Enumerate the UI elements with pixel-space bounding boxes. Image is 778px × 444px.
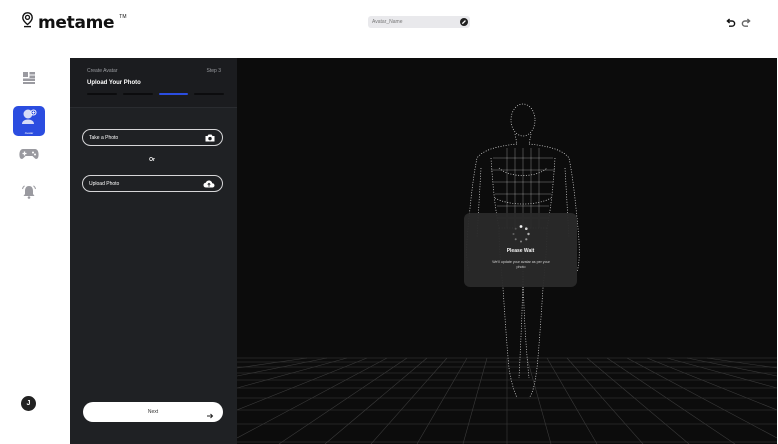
- gamepad-icon: [19, 147, 39, 165]
- loading-message: We'll update your avatar as per your pho…: [492, 260, 550, 269]
- loading-dialog: Please Wait We'll update your avatar as …: [464, 213, 577, 287]
- progress-segment: [194, 93, 224, 95]
- panel-header: Create Avatar Step 3 Upload Your Photo: [70, 58, 237, 108]
- nav-item-dashboard[interactable]: [13, 66, 45, 96]
- next-label: Next: [147, 409, 159, 415]
- side-nav: Avatar J: [0, 58, 70, 444]
- history-controls: [724, 16, 752, 28]
- avatar-3d-viewport[interactable]: Please Wait We'll update your avatar as …: [237, 58, 777, 444]
- camera-icon: [205, 129, 215, 147]
- user-avatar[interactable]: J: [21, 396, 36, 411]
- progress-segment: [122, 93, 153, 95]
- take-photo-label: Take a Photo: [89, 134, 119, 141]
- or-divider: Or: [149, 157, 155, 163]
- panel-title: Upload Your Photo: [87, 80, 141, 86]
- redo-icon[interactable]: [740, 16, 752, 28]
- logo-text: metame: [38, 12, 115, 33]
- undo-icon[interactable]: [724, 16, 736, 28]
- create-avatar-panel: Create Avatar Step 3 Upload Your Photo T…: [70, 58, 237, 444]
- pencil-icon[interactable]: [460, 18, 468, 26]
- upload-photo-label: Upload Photo: [89, 180, 120, 187]
- location-pin-icon: [22, 12, 33, 33]
- loading-spinner-icon: [512, 225, 530, 243]
- floor-grid: [237, 357, 777, 444]
- avatar-name-input[interactable]: [372, 19, 458, 25]
- avatar-name-field[interactable]: [368, 16, 470, 28]
- logo-trademark: TM: [119, 13, 127, 20]
- progress-segment: [87, 93, 117, 95]
- top-bar: metame TM: [0, 0, 778, 58]
- next-button[interactable]: Next: [83, 402, 223, 422]
- nav-label: Avatar: [24, 130, 34, 135]
- loading-title: Please Wait: [506, 248, 535, 254]
- dashboard-icon: [23, 71, 35, 89]
- nav-item-avatar[interactable]: Avatar: [13, 106, 45, 136]
- step-indicator: Step 3: [206, 68, 221, 74]
- step-progress: [87, 93, 224, 95]
- bell-icon: [21, 184, 37, 204]
- avatar-icon: [21, 108, 37, 129]
- arrow-right-icon: [206, 407, 214, 425]
- nav-item-games[interactable]: [13, 142, 45, 172]
- app-root: metame TM Avatar_Name Avatar J Create Av…: [0, 0, 778, 444]
- take-photo-button[interactable]: Take a Photo: [82, 129, 223, 146]
- cloud-upload-icon: [203, 175, 215, 193]
- logo: metame TM: [22, 12, 127, 33]
- progress-segment-active: [158, 93, 189, 95]
- upload-photo-button[interactable]: Upload Photo: [82, 175, 223, 192]
- nav-item-notifications[interactable]: [13, 180, 45, 210]
- breadcrumb: Create Avatar: [87, 68, 118, 74]
